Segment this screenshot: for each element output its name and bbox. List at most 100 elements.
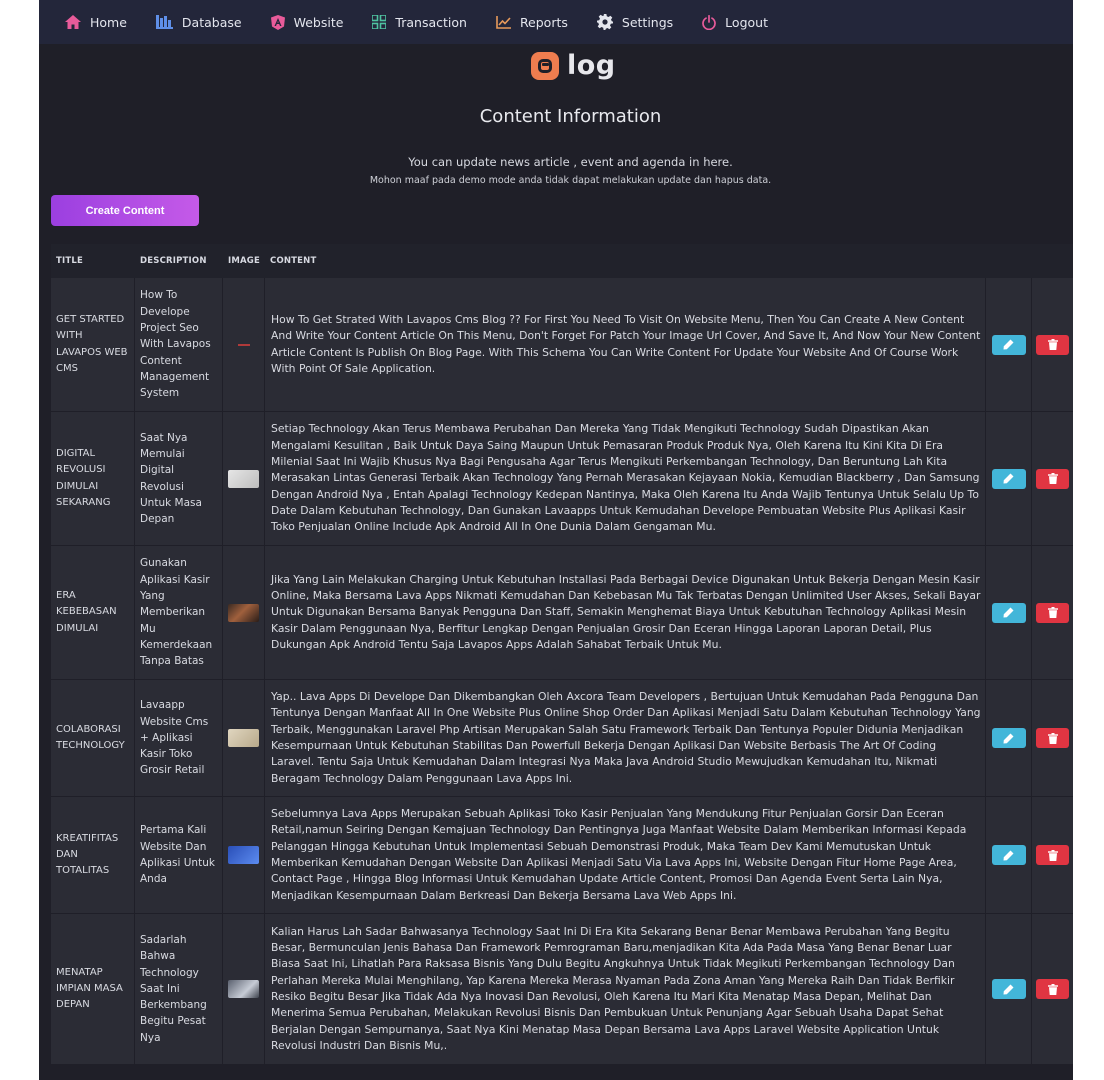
nav-label-settings: Settings	[621, 14, 674, 30]
delete-button[interactable]	[1036, 979, 1069, 999]
home-icon	[65, 15, 81, 29]
pencil-icon	[1003, 850, 1014, 860]
row-image-cell	[223, 797, 265, 913]
nav-label-logout: Logout	[725, 14, 768, 30]
table-row: MENATAP IMPIAN MASA DEPAN Sadarlah Bahwa…	[51, 914, 1073, 1065]
row-thumbnail	[228, 469, 259, 488]
nav-item-reports[interactable]: Reports	[496, 15, 568, 30]
row-content: How To Get Strated With Lavapos Cms Blog…	[265, 278, 986, 411]
row-title: ERA KEBEBASAN DIMULAI	[51, 546, 135, 679]
nav-label-reports: Reports	[519, 14, 568, 30]
row-thumbnail	[228, 846, 259, 864]
row-thumbnail	[228, 980, 259, 998]
row-description: Lavaapp Website Cms + Aplikasi Kasir Tok…	[135, 680, 223, 796]
row-content: Setiap Technology Akan Terus Membawa Per…	[265, 412, 986, 545]
nav-label-database: Database	[181, 14, 242, 30]
row-image-cell	[223, 680, 265, 796]
blog-logo-text: log	[567, 50, 616, 81]
row-delete-cell	[1032, 546, 1073, 679]
row-delete-cell	[1032, 412, 1073, 545]
pencil-icon	[1003, 607, 1014, 618]
row-delete-cell	[1032, 278, 1073, 411]
trash-icon	[1047, 473, 1058, 484]
header-image: IMAGE	[228, 256, 260, 266]
nav-label-website: Website	[293, 14, 344, 30]
nav-item-database[interactable]: Database	[155, 14, 242, 30]
table-row: DIGITAL REVOLUSI DIMULAI SEKARANG Saat N…	[51, 412, 1073, 546]
row-thumbnail	[228, 603, 259, 622]
nav-label-home: Home	[90, 14, 127, 30]
row-thumbnail	[228, 729, 259, 747]
row-thumbnail	[228, 335, 259, 354]
nav-item-logout[interactable]: Logout	[702, 14, 768, 30]
nav-item-website[interactable]: Website	[270, 14, 344, 30]
row-edit-cell	[986, 546, 1032, 679]
row-content: Jika Yang Lain Melakukan Charging Untuk …	[265, 546, 986, 679]
row-content: Yap.. Lava Apps Di Develope Dan Dikemban…	[265, 680, 986, 796]
edit-button[interactable]	[991, 602, 1026, 623]
pencil-icon	[1003, 473, 1014, 484]
blog-logo-icon	[531, 51, 559, 80]
pencil-icon	[1003, 984, 1014, 994]
row-edit-cell	[986, 412, 1032, 545]
trash-icon	[1047, 849, 1058, 861]
row-title: MENATAP IMPIAN MASA DEPAN	[51, 914, 135, 1064]
row-content: Kalian Harus Lah Sadar Bahwasanya Techno…	[265, 914, 986, 1064]
row-delete-cell	[1032, 797, 1073, 913]
database-icon	[155, 15, 173, 29]
content-table: TITLE DESCRIPTION IMAGE CONTENT GET STAR…	[51, 244, 1073, 1065]
header-content: CONTENT	[270, 256, 317, 266]
row-image-cell	[223, 914, 265, 1064]
row-title: DIGITAL REVOLUSI DIMULAI SEKARANG	[51, 412, 135, 545]
row-description: Saat Nya Memulai Digital Revolusi Untuk …	[135, 412, 223, 545]
table-row: GET STARTED WITH LAVAPOS WEB CMS How To …	[51, 278, 1073, 412]
row-image-cell	[223, 278, 265, 411]
delete-button[interactable]	[1036, 468, 1069, 489]
row-content: Sebelumnya Lava Apps Merupakan Sebuah Ap…	[265, 797, 986, 913]
page-title: Content Information	[479, 106, 662, 127]
trash-icon	[1047, 983, 1058, 995]
grid-icon	[372, 15, 387, 29]
top-navbar: Home Database Website Transaction Report…	[39, 0, 1073, 44]
row-edit-cell	[986, 797, 1032, 913]
edit-button[interactable]	[991, 468, 1026, 489]
row-image-cell	[223, 546, 265, 679]
edit-button[interactable]	[991, 845, 1026, 865]
nav-item-settings[interactable]: Settings	[596, 14, 674, 30]
row-title: COLABORASI TECHNOLOGY	[51, 680, 135, 796]
chart-icon	[496, 15, 511, 29]
trash-icon	[1047, 732, 1058, 744]
create-content-button[interactable]: Create Content	[51, 195, 199, 226]
delete-button[interactable]	[1036, 845, 1069, 865]
edit-button[interactable]	[991, 979, 1026, 999]
header-description: DESCRIPTION	[140, 256, 207, 266]
nav-item-home[interactable]: Home	[65, 15, 127, 30]
row-image-cell	[223, 412, 265, 545]
table-header: TITLE DESCRIPTION IMAGE CONTENT	[51, 244, 1073, 278]
row-delete-cell	[1032, 680, 1073, 796]
demo-notice: Mohon maaf pada demo mode anda tidak dap…	[369, 175, 772, 186]
delete-button[interactable]	[1036, 728, 1069, 748]
nav-item-transaction[interactable]: Transaction	[372, 15, 467, 30]
pencil-icon	[1003, 339, 1014, 350]
table-row: ERA KEBEBASAN DIMULAI Gunakan Aplikasi K…	[51, 546, 1073, 680]
edit-button[interactable]	[991, 334, 1026, 355]
row-description: Gunakan Aplikasi Kasir Yang Memberikan M…	[135, 546, 223, 679]
row-description: How To Develope Project Seo With Lavapos…	[135, 278, 223, 411]
page-subtitle: You can update news article , event and …	[408, 155, 733, 169]
edit-button[interactable]	[991, 728, 1026, 748]
delete-button[interactable]	[1036, 334, 1069, 355]
table-row: COLABORASI TECHNOLOGY Lavaapp Website Cm…	[51, 680, 1073, 797]
row-title: KREATIFITAS DAN TOTALITAS	[51, 797, 135, 913]
pencil-icon	[1003, 733, 1014, 743]
delete-button[interactable]	[1036, 602, 1069, 623]
power-icon	[702, 14, 717, 30]
table-row: KREATIFITAS DAN TOTALITAS Pertama Kali W…	[51, 797, 1073, 914]
trash-icon	[1047, 339, 1058, 350]
row-delete-cell	[1032, 914, 1073, 1064]
header-title: TITLE	[56, 256, 83, 266]
gear-icon	[596, 14, 613, 30]
nav-label-transaction: Transaction	[395, 14, 467, 30]
row-edit-cell	[986, 680, 1032, 796]
trash-icon	[1047, 607, 1058, 618]
